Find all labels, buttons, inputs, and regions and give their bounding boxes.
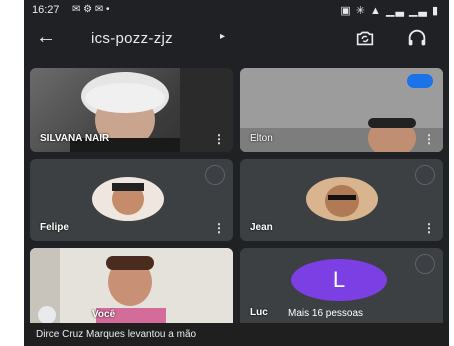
more-people-label[interactable]: Mais 16 pessoas — [288, 308, 363, 319]
participant-tile-jean[interactable]: Jean ⋮ — [240, 159, 443, 241]
participant-tile-felipe[interactable]: Felipe ⋮ — [30, 159, 233, 241]
more-options-icon[interactable]: ⋮ — [213, 221, 225, 235]
meet-screen: 16:27 ✉ ⚙ ✉ • ▣ ✳ ▲ ▁▃ ▁▃ ▮ ← ics-pozz-z… — [24, 0, 449, 346]
participant-tile-self[interactable]: Você — [30, 248, 233, 328]
mic-muted-icon — [205, 165, 225, 185]
more-options-icon[interactable]: ⋮ — [213, 132, 225, 146]
participant-tile-overflow[interactable]: L Luc Mais 16 pessoas — [240, 248, 443, 328]
avatar-photo — [325, 185, 359, 217]
participant-name: Elton — [250, 133, 273, 144]
more-options-icon[interactable]: ⋮ — [423, 221, 435, 235]
avatar-photo — [112, 183, 144, 215]
mic-muted-icon — [415, 254, 435, 274]
mic-muted-icon — [415, 165, 435, 185]
app-bar: ← ics-pozz-zjz ▸ — [24, 20, 449, 60]
notification-toast: Dirce Cruz Marques levantou a mão — [24, 323, 449, 346]
participant-name: SILVANA NAIR — [40, 133, 110, 144]
participant-name: Jean — [250, 222, 273, 233]
system-icons: ▣ ✳ ▲ ▁▃ ▁▃ ▮ — [340, 5, 439, 17]
status-time: 16:27 — [32, 4, 60, 16]
raised-hand-icon — [38, 306, 56, 324]
back-arrow-icon[interactable]: ← — [36, 26, 56, 49]
avatar — [92, 177, 164, 221]
meeting-code[interactable]: ics-pozz-zjz — [91, 30, 173, 47]
self-video — [30, 248, 233, 328]
participant-tile-elton[interactable]: Elton ⋮ — [240, 68, 443, 152]
participant-name: Você — [92, 309, 116, 320]
camera-switch-icon[interactable] — [354, 27, 376, 49]
participant-tile-silvana[interactable]: SILVANA NAIR ⋮ — [30, 68, 233, 152]
headphones-icon[interactable] — [406, 27, 428, 49]
caret-right-icon[interactable]: ▸ — [220, 31, 225, 42]
notification-icons: ✉ ⚙ ✉ • — [72, 4, 110, 15]
avatar — [306, 177, 378, 221]
toast-message: Dirce Cruz Marques levantou a mão — [36, 329, 197, 340]
participant-name: Luc — [250, 307, 268, 318]
participant-name: Felipe — [40, 222, 69, 233]
status-bar: 16:27 ✉ ⚙ ✉ • ▣ ✳ ▲ ▁▃ ▁▃ ▮ — [24, 0, 449, 20]
speaking-indicator-icon — [407, 74, 433, 88]
more-options-icon[interactable]: ⋮ — [423, 132, 435, 146]
avatar-initial: L — [291, 259, 387, 301]
